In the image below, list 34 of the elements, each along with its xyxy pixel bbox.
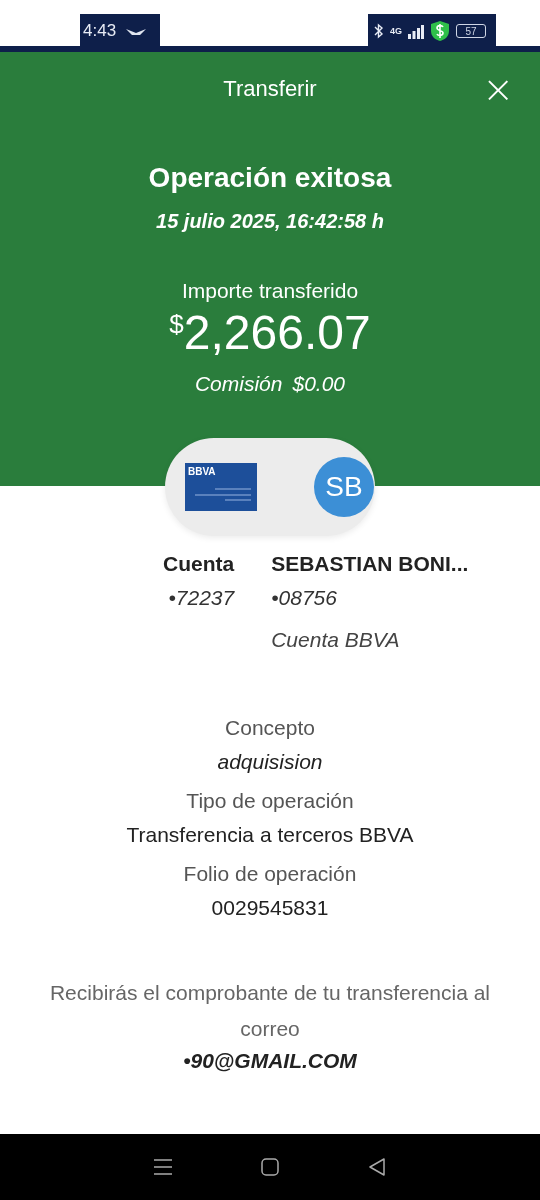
detail-value: 0029545831 [211, 896, 329, 920]
card-brand: BBVA [188, 466, 216, 477]
detail-value: Transferencia a terceros BBVA [126, 823, 414, 847]
detail-label: Tipo de operación [186, 789, 354, 813]
back-icon[interactable] [367, 1158, 386, 1176]
transfer-amount: 2,266.07 [183, 305, 371, 360]
detail-label: Folio de operación [183, 862, 357, 886]
recipient-bank: Cuenta BBVA [271, 628, 401, 652]
home-icon[interactable] [261, 1158, 279, 1176]
recipient-name: SEBASTIAN BONI... [271, 552, 469, 576]
fee-label: Comisión [194, 372, 283, 396]
amount-label: Importe transferido [181, 279, 359, 303]
operation-datetime: 15 julio 2025, 16:42:58 h [156, 210, 384, 233]
menu-icon[interactable] [154, 1158, 173, 1176]
currency-symbol: $ [169, 309, 184, 339]
recipient-account-number: •08756 [271, 586, 338, 610]
fee-amount: $0.00 [292, 372, 346, 396]
screen-title: Transferir [223, 76, 317, 102]
detail-value: adquisision [217, 750, 323, 774]
detail-label: Concepto [225, 716, 315, 740]
bluetooth-icon [374, 23, 384, 39]
recipient-avatar: SB [314, 457, 374, 517]
origin-account-name: Cuenta [163, 552, 235, 576]
success-title: Operación exitosa [148, 162, 392, 194]
receipt-notice: Recibirás el comprobante de tu transferencia al correo [48, 980, 492, 1042]
signal-icon [408, 23, 424, 39]
close-button[interactable]: × [482, 74, 514, 104]
battery-indicator: 57 [456, 24, 486, 38]
card-stripes-icon [195, 487, 251, 501]
status-time: 4:43 [83, 21, 117, 41]
origin-account-number: •72237 [168, 586, 235, 610]
shield-icon [430, 20, 450, 42]
email-address: •90@GMAIL.COM [182, 1049, 358, 1073]
network-label: 4G [390, 26, 402, 36]
